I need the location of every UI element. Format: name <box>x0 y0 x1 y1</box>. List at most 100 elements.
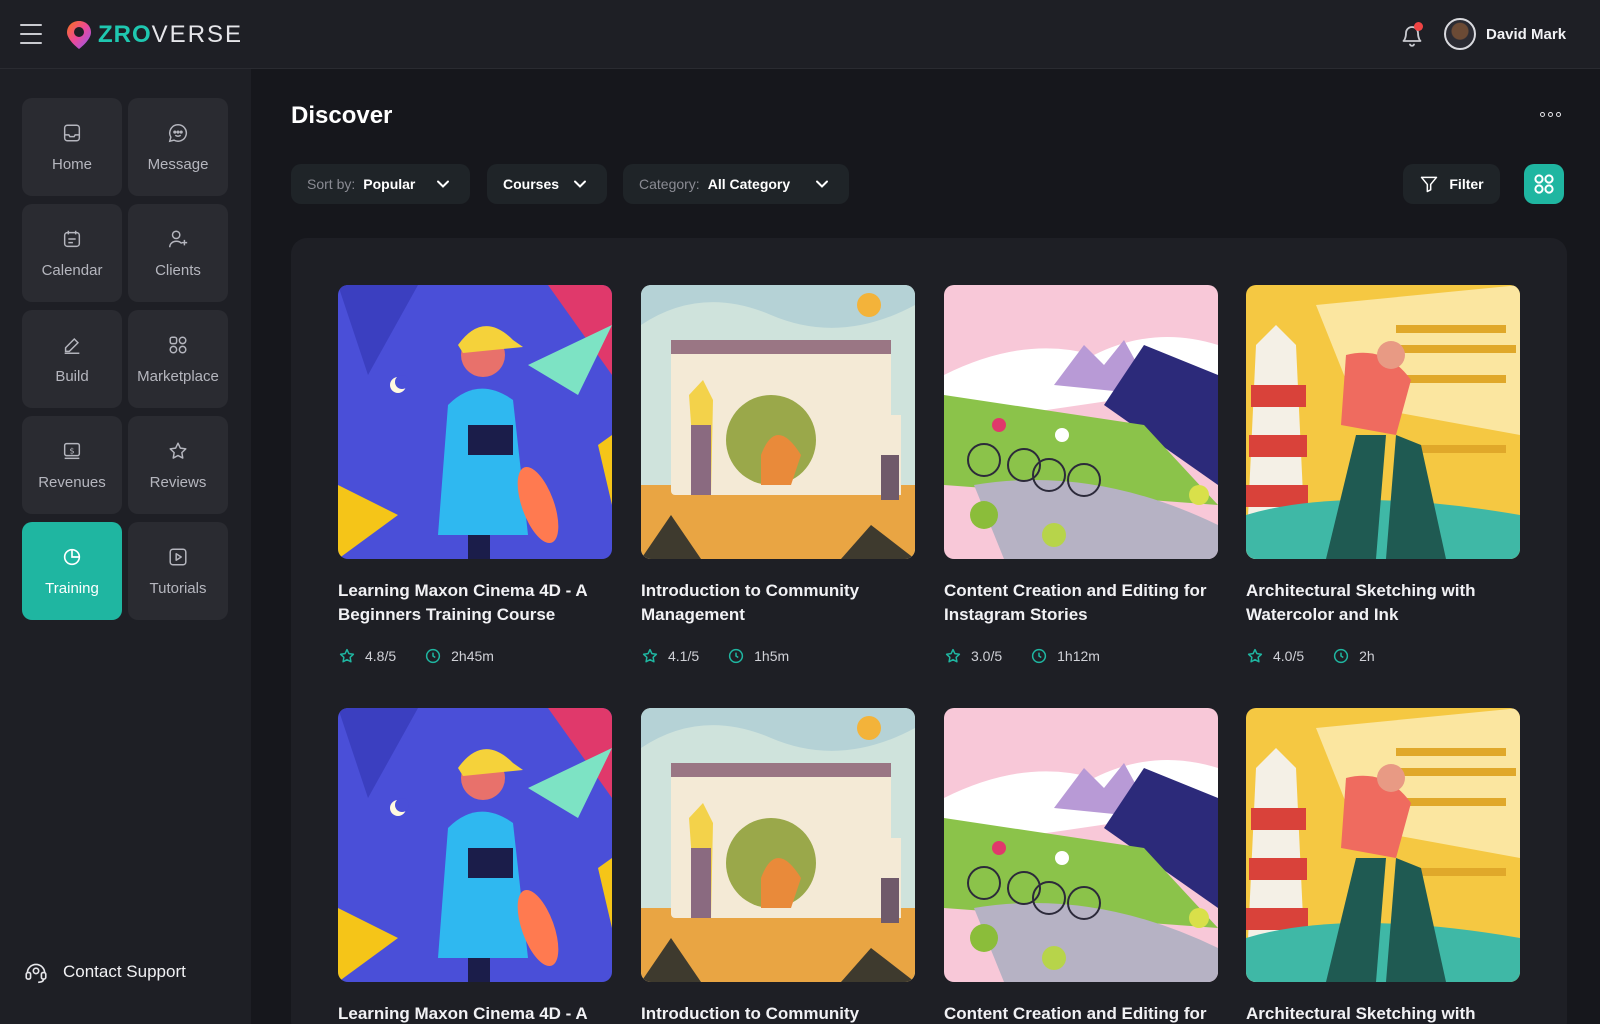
sidebar-item-message[interactable]: Message <box>128 98 228 196</box>
sidebar-item-label: Revenues <box>38 473 106 491</box>
chevron-down-icon <box>574 180 586 188</box>
course-meta: 4.8/5 2h45m <box>338 647 612 665</box>
course-title: Introduction to Community Management <box>641 1004 860 1023</box>
support-headset-icon <box>25 963 47 984</box>
avatar <box>1444 18 1476 50</box>
course-rating: 3.0/5 <box>944 647 1002 665</box>
pencil-icon <box>64 337 80 354</box>
sidebar-item-label: Home <box>51 155 92 173</box>
category-key-label: Category: <box>639 176 700 192</box>
sidebar-item-label: Training <box>45 579 99 597</box>
notification-bell-icon[interactable] <box>1400 22 1424 48</box>
course-grid-panel: Learning Maxon Cinema 4D - A Beginners T… <box>291 238 1567 1024</box>
funnel-icon <box>1421 176 1438 193</box>
top-bar: ZROVERSE David Mark <box>0 0 1600 69</box>
star-icon <box>339 648 355 663</box>
sidebar-item-home[interactable]: Home <box>22 98 122 196</box>
type-value: Courses <box>503 176 560 192</box>
filter-button[interactable]: Filter <box>1403 164 1500 204</box>
sidebar-item-calendar[interactable]: Calendar <box>22 204 122 302</box>
grid-view-button[interactable] <box>1524 164 1564 204</box>
sidebar-item-label: Marketplace <box>137 367 219 385</box>
category-value: All Category <box>707 176 791 192</box>
user-profile[interactable]: David Mark <box>1444 18 1566 50</box>
calendar-icon <box>63 230 81 247</box>
sidebar-item-training[interactable]: Training <box>22 522 122 620</box>
clock-icon <box>426 648 441 664</box>
rating-value: 3.0/5 <box>971 648 1003 664</box>
sidebar-item-tutorials[interactable]: Tutorials <box>128 522 228 620</box>
contact-support-button[interactable]: Contact Support <box>23 959 186 985</box>
course-card[interactable]: Content Creation and Editing for Instagr… <box>944 708 1218 1024</box>
inbox-icon <box>63 123 81 142</box>
logo-pin-icon <box>67 21 91 49</box>
sidebar-item-label: Build <box>55 367 89 385</box>
star-icon <box>169 441 187 459</box>
duration-value: 2h <box>1359 648 1375 664</box>
star-icon <box>945 648 961 663</box>
sidebar: Home Message Calendar Clients Build Mark… <box>0 69 251 1024</box>
course-thumbnail <box>944 708 1218 982</box>
course-card[interactable]: Introduction to Community Management <box>641 708 915 1024</box>
course-title: Architectural Sketching with Watercolor … <box>1246 581 1476 624</box>
course-duration: 2h45m <box>424 647 494 665</box>
course-duration: 1h5m <box>727 647 789 665</box>
type-dropdown[interactable]: Courses <box>487 164 607 204</box>
category-dropdown[interactable]: Category: All Category <box>623 164 849 204</box>
course-duration: 2h <box>1332 647 1375 665</box>
lighthouse-illustration <box>1246 708 1520 982</box>
svg-text:$: $ <box>69 445 74 455</box>
course-title: Architectural Sketching with Watercolor … <box>1246 1004 1476 1023</box>
user-name: David Mark <box>1486 25 1567 43</box>
course-card[interactable]: Content Creation and Editing for Instagr… <box>944 285 1218 665</box>
logo-text-light: VERSE <box>151 21 244 48</box>
app-logo[interactable]: ZROVERSE <box>66 20 243 50</box>
course-meta: 4.1/5 1h5m <box>641 647 915 665</box>
course-card[interactable]: Learning Maxon Cinema 4D - A Beginners T… <box>338 285 612 665</box>
cyclists-illustration <box>944 708 1218 982</box>
course-title: Content Creation and Editing for Instagr… <box>944 1004 1207 1023</box>
course-card[interactable]: Introduction to Community Management 4.1… <box>641 285 915 665</box>
course-rating: 4.0/5 <box>1246 647 1304 665</box>
course-thumbnail <box>338 285 612 559</box>
skater-illustration <box>338 285 612 559</box>
chevron-down-icon <box>816 180 828 188</box>
sidebar-item-build[interactable]: Build <box>22 310 122 408</box>
chat-icon <box>168 123 188 142</box>
notification-dot <box>1414 22 1423 31</box>
duration-value: 1h12m <box>1057 648 1100 664</box>
add-user-icon <box>169 229 188 247</box>
course-title: Introduction to Community Management <box>641 581 860 624</box>
clock-icon <box>1032 648 1047 664</box>
course-title: Content Creation and Editing for Instagr… <box>944 581 1207 624</box>
duration-value: 2h45m <box>451 648 494 664</box>
page-title: Discover <box>291 102 393 129</box>
course-duration: 1h12m <box>1030 647 1100 665</box>
community-illustration <box>641 285 915 559</box>
course-meta: 3.0/5 1h12m <box>944 647 1218 665</box>
grid-view-icon <box>1534 174 1554 194</box>
sort-dropdown[interactable]: Sort by: Popular <box>291 164 470 204</box>
course-card[interactable]: Architectural Sketching with Watercolor … <box>1246 708 1520 1024</box>
sidebar-item-marketplace[interactable]: Marketplace <box>128 310 228 408</box>
sidebar-item-revenues[interactable]: $ Revenues <box>22 416 122 514</box>
rating-value: 4.8/5 <box>365 648 397 664</box>
course-thumbnail <box>1246 285 1520 559</box>
skater-illustration <box>338 708 612 982</box>
grid-icon <box>169 335 187 354</box>
course-title: Learning Maxon Cinema 4D - A Beginners T… <box>338 1004 588 1023</box>
community-illustration <box>641 708 915 982</box>
course-card[interactable]: Architectural Sketching with Watercolor … <box>1246 285 1520 665</box>
star-icon <box>642 648 658 663</box>
clock-icon <box>1334 648 1349 664</box>
more-options-icon[interactable] <box>1540 108 1562 120</box>
sidebar-item-clients[interactable]: Clients <box>128 204 228 302</box>
course-card[interactable]: Learning Maxon Cinema 4D - A Beginners T… <box>338 708 612 1024</box>
sidebar-item-label: Reviews <box>149 473 207 491</box>
course-thumbnail <box>944 285 1218 559</box>
hamburger-menu-icon[interactable] <box>20 24 42 46</box>
sidebar-item-label: Clients <box>155 261 201 279</box>
sidebar-item-reviews[interactable]: Reviews <box>128 416 228 514</box>
sidebar-item-label: Tutorials <box>149 579 207 597</box>
sidebar-item-label: Calendar <box>41 261 103 279</box>
